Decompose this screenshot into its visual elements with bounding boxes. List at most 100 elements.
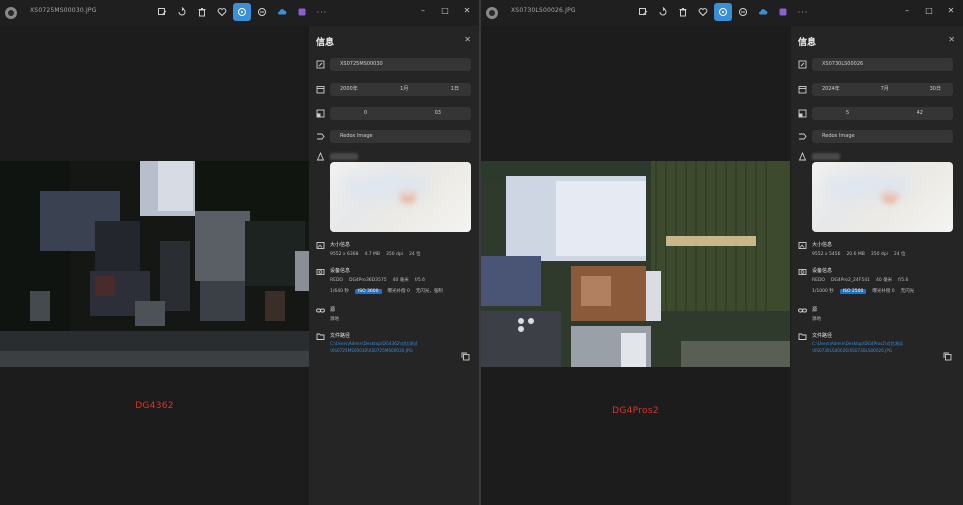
toolbar: ··· xyxy=(153,3,331,23)
edit-button[interactable] xyxy=(153,3,171,21)
link-icon xyxy=(316,306,325,315)
enhance-button[interactable] xyxy=(734,3,752,21)
photo-area: DG4Pros2 xyxy=(481,26,790,505)
source-section-value: 源地 xyxy=(812,317,821,322)
dimensions: 9552 x 6368 xyxy=(330,251,359,257)
date-month: 1月 xyxy=(400,86,409,92)
size-info-title: 大小信息 xyxy=(330,242,351,248)
enhance-button[interactable] xyxy=(253,3,271,21)
device-info-line-2: 1/640 秒 ISO 3600 曝光补偿 0 无闪光，强制 xyxy=(330,288,443,294)
iso-value: ISO 2500 xyxy=(839,288,867,294)
source-field[interactable]: Redox Image xyxy=(330,130,471,143)
time-field[interactable]: 5 42 xyxy=(812,107,953,120)
favorite-button[interactable] xyxy=(694,3,712,21)
close-button[interactable]: ✕ xyxy=(461,4,473,16)
copy-icon xyxy=(461,352,470,361)
file-name-field[interactable]: XS0730LS00026 xyxy=(812,58,953,71)
more-options-button[interactable]: ··· xyxy=(313,3,331,21)
rotate-button[interactable] xyxy=(654,3,672,21)
camera-icon xyxy=(316,267,325,276)
close-button[interactable]: ✕ xyxy=(945,4,957,16)
file-size: 20.6 MB xyxy=(846,251,865,257)
shutter-speed: 1/1000 秒 xyxy=(812,289,834,294)
clipchamp-button[interactable] xyxy=(774,3,792,21)
copy-icon xyxy=(943,352,952,361)
clipchamp-button[interactable] xyxy=(293,3,311,21)
minimize-button[interactable]: – xyxy=(901,4,913,16)
heart-icon xyxy=(698,8,708,17)
toolbar: ··· xyxy=(634,3,812,23)
file-path-title: 文件路径 xyxy=(330,333,351,339)
camera-icon xyxy=(798,267,807,276)
clock-icon xyxy=(316,109,325,118)
info-button[interactable] xyxy=(714,3,732,21)
aerial-photo[interactable] xyxy=(481,161,790,367)
cloud-icon xyxy=(759,9,768,15)
onedrive-button[interactable] xyxy=(273,3,291,21)
more-options-button[interactable]: ··· xyxy=(794,3,812,21)
trash-icon xyxy=(198,8,206,17)
minimize-button[interactable]: – xyxy=(417,4,429,16)
favorite-button[interactable] xyxy=(213,3,231,21)
dpi: 350 dpi xyxy=(386,251,403,257)
person-icon xyxy=(798,152,807,161)
calendar-icon xyxy=(316,85,325,94)
photo-viewer-window-2: XS0730LS00026.JPG ··· – □ ✕ DG4Pros2 信息 … xyxy=(481,0,963,505)
trash-icon xyxy=(679,8,687,17)
file-name-field[interactable]: XS0725MS00030 xyxy=(330,58,471,71)
more-icon: ··· xyxy=(797,7,809,17)
onedrive-button[interactable] xyxy=(754,3,772,21)
image-size-icon xyxy=(316,241,325,250)
clock-icon xyxy=(798,109,807,118)
info-button[interactable] xyxy=(233,3,251,21)
file-name-title: XS0730LS00026.JPG xyxy=(511,7,576,14)
source-section-value: 源地 xyxy=(330,317,339,322)
date-year: 2024年 xyxy=(822,86,840,92)
maximize-button[interactable]: □ xyxy=(923,4,935,16)
date-field[interactable]: 2000年 1月 1日 xyxy=(330,83,471,96)
source-icon xyxy=(798,132,807,141)
info-panel: 信息 ✕ XS0725MS00030 2000年 1月 1日 0 03 Redo… xyxy=(309,26,479,505)
size-info-line: 9552 x 6368 4.7 MB 350 dpi 24 位 xyxy=(330,251,421,258)
delete-button[interactable] xyxy=(674,3,692,21)
link-icon xyxy=(798,306,807,315)
edit-button[interactable] xyxy=(634,3,652,21)
author-blurred xyxy=(812,153,840,160)
enhance-icon xyxy=(258,8,266,16)
time-field[interactable]: 0 03 xyxy=(330,107,471,120)
file-path-link[interactable]: C:\Users\Admin\Desktop\DG4Pros2\对比测试\XS0… xyxy=(812,341,932,354)
date-field[interactable]: 2024年 7月 30日 xyxy=(812,83,953,96)
info-panel: 信息 ✕ XS0730LS00026 2024年 7月 30日 5 42 Red… xyxy=(791,26,963,505)
source-field[interactable]: Redox Image xyxy=(812,130,953,143)
panel-close-button[interactable]: ✕ xyxy=(948,35,955,44)
dimensions: 9552 x 5456 xyxy=(812,251,841,257)
clipchamp-icon xyxy=(779,8,787,16)
folder-icon xyxy=(798,332,807,341)
aperture: f/5.6 xyxy=(414,277,426,283)
rotate-button[interactable] xyxy=(173,3,191,21)
panel-title: 信息 xyxy=(798,38,817,48)
aerial-photo[interactable] xyxy=(0,161,309,367)
device-info-line-2: 1/1000 秒 ISO 2500 曝光补偿 0 无闪光 xyxy=(812,288,914,294)
device-info-title: 设备信息 xyxy=(812,268,833,274)
location-map[interactable] xyxy=(812,162,953,232)
file-path-link[interactable]: C:\Users\Admin\Desktop\DG4362\对比测试\XS072… xyxy=(330,341,450,354)
more-icon: ··· xyxy=(316,7,328,17)
maximize-button[interactable]: □ xyxy=(439,4,451,16)
date-day: 30日 xyxy=(929,86,941,92)
edit-icon xyxy=(639,8,648,16)
copy-path-button[interactable] xyxy=(943,346,952,361)
camera-model: DG4Pro36D3575 xyxy=(348,277,387,283)
photo-caption: DG4362 xyxy=(135,401,174,411)
location-map[interactable] xyxy=(330,162,471,232)
delete-button[interactable] xyxy=(193,3,211,21)
panel-close-button[interactable]: ✕ xyxy=(464,35,471,44)
exposure-bias: 曝光补偿 0 xyxy=(387,289,410,294)
focal-length: 40 毫米 xyxy=(875,278,893,283)
date-month: 7月 xyxy=(880,86,889,92)
flash-mode: 无闪光 xyxy=(900,289,915,294)
photo-area: DG4362 xyxy=(0,26,309,505)
copy-path-button[interactable] xyxy=(461,346,470,361)
file-size: 4.7 MB xyxy=(364,251,380,257)
time-hour: 0 xyxy=(364,110,368,116)
